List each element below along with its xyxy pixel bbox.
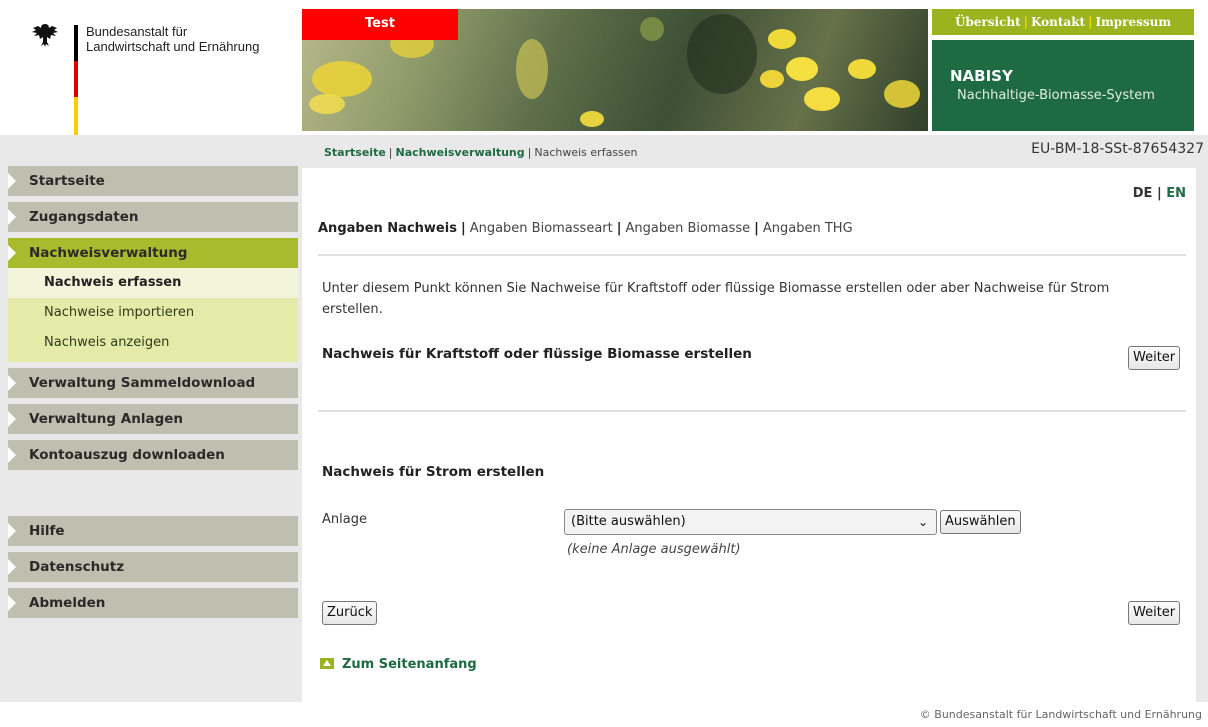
zurueck-button[interactable]: Zurück bbox=[322, 601, 378, 625]
agency-logo[interactable]: Bundesanstalt für Landwirtschaft und Ern… bbox=[30, 22, 290, 137]
sidebar-item-hilfe[interactable]: Hilfe bbox=[8, 516, 298, 546]
sidebar-item-datenschutz[interactable]: Datenschutz bbox=[8, 552, 298, 582]
nav-arrow-icon bbox=[8, 245, 16, 261]
section-title-kraftstoff: Nachweis für Kraftstoff oder flüssige Bi… bbox=[322, 346, 752, 362]
page-header: Bundesanstalt für Landwirtschaft und Ern… bbox=[0, 0, 1208, 137]
divider bbox=[318, 254, 1186, 256]
weiter-button[interactable]: Weiter bbox=[1128, 601, 1181, 625]
system-name: NABISY bbox=[950, 67, 1013, 85]
anlage-select[interactable]: (Bitte auswählen) ⌄ bbox=[564, 509, 937, 535]
sidebar-subnav: Nachweis erfassen Nachweise importieren … bbox=[8, 268, 298, 362]
sidebar-item-nachweisverwaltung[interactable]: Nachweisverwaltung bbox=[8, 238, 298, 268]
breadcrumb-bar: Startseite | Nachweisverwaltung | Nachweis e… bbox=[302, 137, 1204, 167]
back-to-top-link[interactable]: Zum Seitenanfang bbox=[320, 657, 477, 672]
section-title-strom: Nachweis für Strom erstellen bbox=[322, 464, 545, 480]
sidebar-subitem-nachweis-anzeigen[interactable]: Nachweis anzeigen bbox=[8, 328, 298, 358]
breadcrumb-current: Nachweis erfassen bbox=[534, 146, 638, 159]
system-subtitle: Nachhaltige-Biomasse-System bbox=[957, 88, 1155, 103]
nav-arrow-icon bbox=[8, 209, 16, 225]
divider bbox=[318, 410, 1186, 412]
auswaehlen-button[interactable]: Auswählen bbox=[940, 510, 1021, 534]
weiter-button-kraftstoff[interactable]: Weiter bbox=[1128, 346, 1181, 370]
org-name: Bundesanstalt für Landwirtschaft und Ern… bbox=[86, 24, 260, 54]
nav-arrow-icon bbox=[8, 559, 16, 575]
nav-arrow-icon bbox=[8, 595, 16, 611]
sidebar-subitem-nachweise-importieren[interactable]: Nachweise importieren bbox=[8, 298, 298, 328]
language-switch: DE | EN bbox=[1132, 186, 1186, 201]
lang-de[interactable]: DE bbox=[1133, 186, 1153, 201]
sidebar-item-startseite[interactable]: Startseite bbox=[8, 166, 298, 196]
sidebar-item-kontoauszug[interactable]: Kontoauszug downloaden bbox=[8, 440, 298, 470]
nav-arrow-icon bbox=[8, 173, 16, 189]
main-panel: DE | EN Angaben Nachweis | Angaben Biomass… bbox=[302, 168, 1196, 702]
nav-arrow-icon bbox=[8, 411, 16, 427]
sidebar-item-abmelden[interactable]: Abmelden bbox=[8, 588, 298, 618]
breadcrumb: Startseite | Nachweisverwaltung | Nachweis e… bbox=[324, 146, 638, 159]
sidebar-item-zugangsdaten[interactable]: Zugangsdaten bbox=[8, 202, 298, 232]
sidebar-item-verwaltung-anlagen[interactable]: Verwaltung Anlagen bbox=[8, 404, 298, 434]
nav-arrow-icon bbox=[8, 375, 16, 391]
federal-eagle-icon bbox=[32, 24, 58, 47]
toplink-separator: | bbox=[1088, 15, 1093, 29]
test-environment-badge: Test bbox=[302, 9, 458, 40]
tab-angaben-biomasseart[interactable]: Angaben Biomasseart bbox=[470, 221, 613, 236]
step-tabs: Angaben Nachweis | Angaben Biomasseart | Ang… bbox=[318, 221, 853, 236]
german-flag-stripe bbox=[74, 25, 78, 137]
tab-angaben-biomasse[interactable]: Angaben Biomasse bbox=[625, 221, 750, 236]
nav-arrow-icon bbox=[8, 447, 16, 463]
chevron-down-icon: ⌄ bbox=[917, 515, 928, 529]
account-id: EU-BM-18-SSt-87654327 bbox=[1031, 141, 1204, 157]
breadcrumb-nachweisverwaltung[interactable]: Nachweisverwaltung bbox=[396, 146, 525, 159]
anlage-label: Anlage bbox=[322, 512, 367, 527]
tab-angaben-nachweis[interactable]: Angaben Nachweis bbox=[318, 221, 457, 236]
sidebar-item-verwaltung-sammeldownload[interactable]: Verwaltung Sammeldownload bbox=[8, 368, 298, 398]
toplink-separator: | bbox=[1023, 15, 1029, 29]
arrow-up-icon bbox=[320, 658, 334, 669]
header-banner-image: Test bbox=[302, 9, 928, 131]
nav-arrow-icon bbox=[8, 523, 16, 539]
lang-en[interactable]: EN bbox=[1166, 186, 1186, 201]
sidebar-nav: Startseite Zugangsdaten Nachweisverwaltu… bbox=[8, 166, 298, 624]
tab-angaben-thg[interactable]: Angaben THG bbox=[763, 221, 853, 236]
sidebar-subitem-nachweis-erfassen[interactable]: Nachweis erfassen bbox=[8, 268, 298, 298]
system-title-box: NABISY Nachhaltige-Biomasse-System bbox=[932, 40, 1194, 131]
breadcrumb-home[interactable]: Startseite bbox=[324, 146, 386, 159]
intro-text: Unter diesem Punkt können Sie Nachweise … bbox=[322, 281, 1110, 317]
imprint-link[interactable]: Impressum bbox=[1095, 15, 1171, 29]
footer-copyright: © Bundesanstalt für Landwirtschaft und E… bbox=[919, 708, 1202, 721]
top-links: Übersicht | Kontakt | Impressum bbox=[932, 9, 1194, 35]
anlage-hint: (keine Anlage ausgewählt) bbox=[567, 542, 741, 557]
contact-link[interactable]: Kontakt bbox=[1031, 15, 1085, 29]
overview-link[interactable]: Übersicht bbox=[955, 15, 1021, 29]
